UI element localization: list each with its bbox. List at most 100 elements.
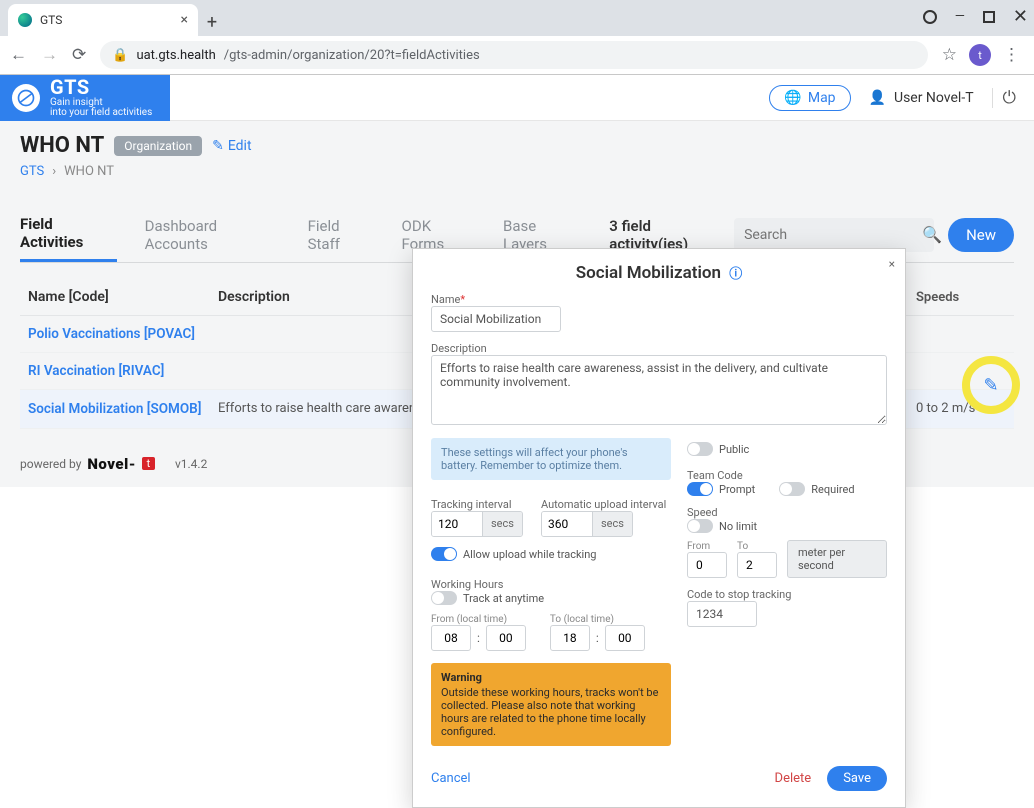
- description-input[interactable]: Efforts to raise health care awareness, …: [431, 355, 887, 425]
- label-to-local: To (local time): [550, 614, 645, 625]
- maximize-icon[interactable]: [983, 11, 995, 23]
- address-bar[interactable]: 🔒 uat.gts.health /gts-admin/organization…: [100, 41, 928, 69]
- map-button[interactable]: 🌐 Map: [769, 85, 850, 111]
- new-tab-button[interactable]: +: [198, 8, 226, 36]
- footer-brand: Novel-: [87, 455, 136, 473]
- search-icon[interactable]: 🔍: [922, 225, 942, 244]
- new-button[interactable]: New: [948, 218, 1014, 252]
- edit-link[interactable]: ✎ Edit: [212, 138, 251, 154]
- speed-from-input[interactable]: [687, 552, 727, 578]
- pencil-icon: ✎: [212, 138, 224, 154]
- window-controls: — ✕: [923, 6, 1028, 27]
- map-label: Map: [808, 90, 836, 106]
- help-icon[interactable]: ⓘ: [729, 267, 742, 282]
- reload-icon[interactable]: ⟳: [72, 45, 86, 65]
- tab-field-activities[interactable]: Field Activities: [20, 207, 117, 262]
- url-path: /gts-admin/organization/20?t=fieldActivi…: [224, 48, 480, 63]
- tab-dashboard-accounts[interactable]: Dashboard Accounts: [145, 209, 280, 261]
- search-box[interactable]: 🔍: [734, 218, 934, 252]
- allow-upload-toggle[interactable]: [431, 547, 457, 561]
- close-window-icon[interactable]: ✕: [1013, 6, 1028, 27]
- kebab-icon[interactable]: ⋮: [1003, 45, 1020, 65]
- auto-upload-input[interactable]: [542, 512, 592, 536]
- edit-label: Edit: [228, 138, 252, 154]
- app-header: GTS Gain insightinto your field activiti…: [0, 75, 1034, 121]
- lock-icon: 🔒: [112, 48, 128, 63]
- page-title: WHO NT: [20, 133, 104, 158]
- from-hour-input[interactable]: [431, 625, 471, 651]
- forward-icon[interactable]: →: [41, 45, 58, 65]
- breadcrumb-root[interactable]: GTS: [20, 164, 44, 179]
- to-hour-input[interactable]: [550, 625, 590, 651]
- browser-chrome: GTS × + — ✕ ← → ⟳ 🔒 uat.gts.health /gts-…: [0, 0, 1034, 75]
- account-icon[interactable]: [923, 10, 937, 24]
- footer-flag: t: [142, 457, 155, 470]
- track-anytime-toggle[interactable]: [431, 591, 457, 605]
- row-name[interactable]: Social Mobilization [SOMOB]: [28, 401, 218, 417]
- label-name: Name: [431, 293, 887, 306]
- cancel-button[interactable]: Cancel: [431, 771, 471, 786]
- name-input[interactable]: [431, 306, 561, 332]
- brand-name: GTS: [50, 77, 152, 98]
- warning-body: Outside these working hours, tracks won'…: [441, 686, 658, 738]
- back-icon[interactable]: ←: [10, 45, 27, 65]
- label-required: Required: [811, 483, 854, 496]
- powered-by: powered by: [20, 457, 81, 471]
- power-icon[interactable]: ⏻: [992, 88, 1016, 108]
- star-icon[interactable]: ☆: [942, 45, 957, 65]
- prompt-toggle[interactable]: [687, 482, 713, 496]
- required-toggle[interactable]: [779, 482, 805, 496]
- row-name[interactable]: RI Vaccination [RIVAC]: [28, 363, 218, 379]
- warning-title: Warning: [441, 671, 661, 684]
- warning-box: Warning Outside these working hours, tra…: [431, 663, 671, 746]
- chevron-right-icon: ›: [52, 164, 56, 179]
- modal-title: Social Mobilization: [576, 263, 721, 283]
- speed-to-input[interactable]: [737, 552, 777, 578]
- org-chip: Organization: [114, 136, 202, 156]
- label-prompt: Prompt: [719, 483, 755, 496]
- profile-avatar[interactable]: t: [969, 44, 991, 66]
- label-allow-upload: Allow upload while tracking: [463, 548, 597, 561]
- save-button[interactable]: Save: [827, 766, 887, 791]
- tab-field-staff[interactable]: Field Staff: [308, 209, 374, 261]
- delete-button[interactable]: Delete: [775, 771, 812, 786]
- label-from-local: From (local time): [431, 614, 526, 625]
- footer-version: v1.4.2: [175, 457, 207, 471]
- col-name[interactable]: Name [Code]: [28, 289, 218, 305]
- close-icon[interactable]: ×: [181, 12, 188, 28]
- favicon-icon: [18, 13, 32, 27]
- url-host: uat.gts.health: [136, 48, 215, 63]
- secs-unit: secs: [592, 512, 632, 536]
- label-speed-to: To: [737, 541, 777, 552]
- tab-title: GTS: [40, 13, 62, 27]
- globe-icon: 🌐: [784, 90, 801, 106]
- row-edit-pencil-icon[interactable]: ✎: [983, 375, 998, 396]
- user-icon: 👤: [869, 90, 886, 106]
- to-min-input[interactable]: [605, 625, 645, 651]
- breadcrumb: GTS › WHO NT: [20, 164, 1014, 179]
- label-team-code: Team Code: [687, 469, 887, 482]
- brand-tagline-1: Gain insight: [50, 97, 103, 108]
- row-name[interactable]: Polio Vaccinations [POVAC]: [28, 326, 218, 342]
- public-toggle[interactable]: [687, 442, 713, 456]
- search-input[interactable]: [744, 227, 922, 243]
- user-menu[interactable]: 👤 User Novel-T: [869, 90, 974, 106]
- from-min-input[interactable]: [486, 625, 526, 651]
- brand-tagline-2: into your field activities: [50, 107, 152, 118]
- tracking-interval-input[interactable]: [432, 512, 482, 536]
- browser-tab[interactable]: GTS ×: [8, 4, 198, 36]
- label-public: Public: [719, 443, 749, 456]
- stop-code-input[interactable]: [687, 601, 757, 627]
- col-speeds[interactable]: Speeds: [916, 290, 1006, 305]
- brand-block[interactable]: GTS Gain insightinto your field activiti…: [0, 75, 170, 121]
- label-track-anytime: Track at anytime: [463, 592, 544, 605]
- breadcrumb-current: WHO NT: [64, 164, 114, 179]
- battery-info-box: These settings will affect your phone's …: [431, 438, 671, 480]
- nolimit-toggle[interactable]: [687, 519, 713, 533]
- label-speed: Speed: [687, 506, 887, 519]
- modal-close-icon[interactable]: ×: [889, 257, 895, 271]
- minimize-icon[interactable]: —: [955, 9, 965, 24]
- label-working-hours: Working Hours: [431, 578, 671, 591]
- logo-icon: [12, 84, 40, 112]
- label-speed-from: From: [687, 541, 727, 552]
